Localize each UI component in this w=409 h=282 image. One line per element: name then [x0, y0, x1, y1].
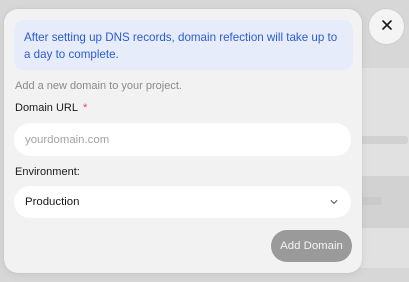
- environment-label: Environment:: [15, 166, 80, 178]
- close-button[interactable]: [369, 9, 404, 44]
- domain-url-label-text: Domain URL: [15, 102, 78, 114]
- chevron-down-icon: [328, 196, 340, 208]
- modal-description: Add a new domain to your project.: [15, 80, 182, 92]
- add-domain-modal: After setting up DNS records, domain ref…: [4, 9, 362, 273]
- domain-url-input[interactable]: [14, 123, 351, 156]
- required-indicator: *: [82, 102, 88, 114]
- environment-selected-value: Production: [25, 196, 80, 208]
- environment-select[interactable]: Production: [14, 186, 351, 218]
- domain-url-label: Domain URL *: [15, 102, 87, 114]
- info-banner-text: After setting up DNS records, domain ref…: [24, 31, 338, 61]
- close-icon: [381, 18, 393, 36]
- add-domain-button[interactable]: Add Domain: [271, 230, 352, 262]
- info-banner: After setting up DNS records, domain ref…: [14, 20, 353, 70]
